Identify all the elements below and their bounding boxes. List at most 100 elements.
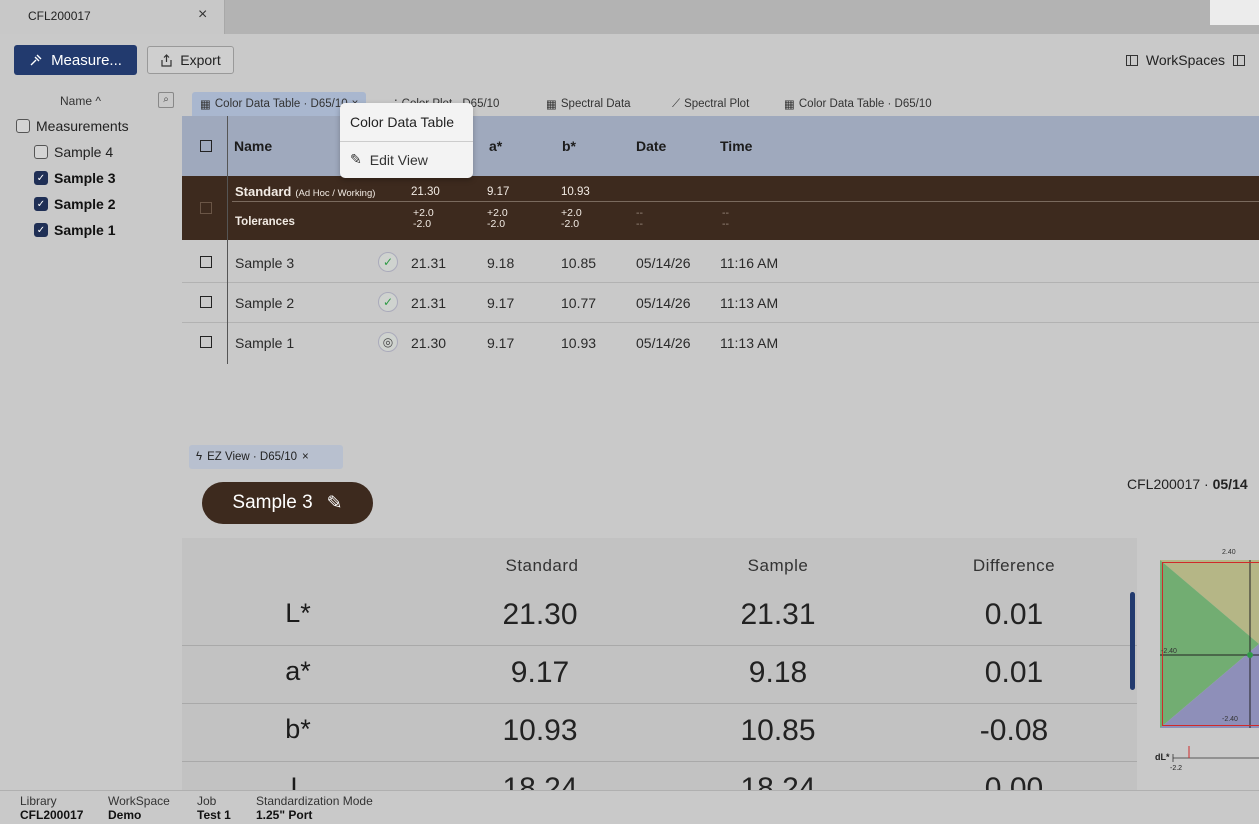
row-date: 05/14/26 xyxy=(636,295,691,311)
tab-label: Color Data Table · D65/10 xyxy=(214,98,348,110)
close-icon[interactable]: × xyxy=(302,451,309,463)
checkbox-checked[interactable]: ✓ xyxy=(34,171,48,185)
tab-label: EZ View · D65/10 xyxy=(207,451,298,463)
ez-difference-value: -0.08 xyxy=(979,714,1049,747)
table-icon: ▦ xyxy=(546,99,557,111)
export-icon xyxy=(161,53,172,67)
context-menu-title: Color Data Table xyxy=(350,114,455,130)
ez-row: L* 21.30 21.31 0.01 xyxy=(182,588,1137,646)
dl-label: dL* xyxy=(1155,752,1170,762)
ez-standard-value: 9.17 xyxy=(510,656,570,689)
sort-by-name-header[interactable]: Name ^ xyxy=(60,94,101,108)
edit-view-label: Edit View xyxy=(369,151,428,168)
window-corner xyxy=(1210,0,1259,25)
row-L: 21.31 xyxy=(411,295,447,311)
workspaces-toggle[interactable]: WorkSpaces xyxy=(1125,52,1245,68)
ez-row: a* 9.17 9.18 0.01 xyxy=(182,646,1137,704)
document-tab[interactable]: CFL200017 × xyxy=(0,0,225,34)
context-menu: Color Data Table ✎ Edit View xyxy=(340,103,473,178)
tree-item-label: Sample 3 xyxy=(54,170,116,186)
sample-name: Sample 3 xyxy=(232,492,313,513)
ez-standard-value: 21.30 xyxy=(502,598,578,631)
column-header-time[interactable]: Time xyxy=(720,138,752,154)
tree-item-sample-4[interactable]: Sample 4 xyxy=(34,144,113,160)
export-button[interactable]: Export xyxy=(147,46,234,74)
row-date: 05/14/26 xyxy=(636,255,691,271)
edit-view-menu-item[interactable]: ✎ Edit View xyxy=(350,151,428,168)
tab-spectral-data[interactable]: ▦ Spectral Data xyxy=(538,92,639,116)
line-chart-icon: ⟋ xyxy=(672,97,681,110)
tree-item-sample-3[interactable]: ✓ Sample 3 xyxy=(34,170,115,186)
ez-row-label: L xyxy=(290,772,306,790)
close-icon[interactable]: × xyxy=(198,6,207,24)
export-label: Export xyxy=(180,52,221,68)
standard-row[interactable]: Standard (Ad Hoc / Working) 21.30 9.17 10… xyxy=(182,176,1259,240)
dl-axis xyxy=(1172,746,1259,762)
tree-item-measurements[interactable]: Measurements xyxy=(16,118,129,134)
tree-item-label: Measurements xyxy=(36,118,129,134)
tab-label: Spectral Data xyxy=(560,98,631,110)
pass-check-icon: ✓ xyxy=(378,292,398,312)
checkbox[interactable] xyxy=(200,202,212,214)
row-b: 10.85 xyxy=(561,255,597,271)
tab-label: Spectral Plot xyxy=(684,98,750,110)
scrollbar-thumb[interactable] xyxy=(1130,592,1135,690)
checkbox-checked[interactable]: ✓ xyxy=(34,197,48,211)
tab-color-data-table-2[interactable]: ▦ Color Data Table · D65/10 xyxy=(776,92,940,116)
status-workspace[interactable]: WorkSpace Demo xyxy=(108,794,170,822)
checkbox[interactable] xyxy=(34,145,48,159)
tree-item-sample-2[interactable]: ✓ Sample 2 xyxy=(34,196,115,212)
status-library[interactable]: Library CFL200017 xyxy=(20,794,83,822)
row-b: 10.77 xyxy=(561,295,597,311)
checkbox[interactable] xyxy=(16,119,30,133)
dl-min-label: -2.2 xyxy=(1170,765,1183,772)
table-row[interactable]: Sample 3 ✓ 21.31 9.18 10.85 05/14/26 11:… xyxy=(182,243,1259,283)
tolerances-label: Tolerances xyxy=(235,216,295,228)
column-header-date[interactable]: Date xyxy=(636,138,666,154)
table-icon: ▦ xyxy=(200,99,211,111)
sample-name-pill[interactable]: Sample 3 ✎ xyxy=(202,482,373,524)
row-L: 21.30 xyxy=(411,335,447,351)
checkbox[interactable] xyxy=(200,296,212,308)
tab-spectral-plot[interactable]: ⟋ Spectral Plot xyxy=(664,92,757,116)
measure-label: Measure... xyxy=(51,51,122,69)
panel-right-icon[interactable] xyxy=(1233,54,1245,66)
plot-bottom-label: -2.40 xyxy=(1222,716,1238,723)
column-header-a[interactable]: a* xyxy=(489,138,502,154)
column-header-b[interactable]: b* xyxy=(562,138,576,154)
column-header-standard: Standard xyxy=(505,556,579,575)
divider xyxy=(232,201,1259,202)
probe-icon xyxy=(30,54,42,66)
row-name: Sample 1 xyxy=(235,335,295,351)
status-standardization-mode[interactable]: Standardization Mode 1.25" Port xyxy=(256,794,373,822)
ez-sample-value: 10.85 xyxy=(740,714,816,747)
status-job[interactable]: Job Test 1 xyxy=(197,794,231,822)
standard-name: Standard (Ad Hoc / Working) xyxy=(235,184,376,199)
column-divider xyxy=(227,116,228,364)
standard-a: 9.17 xyxy=(487,186,510,198)
search-icon[interactable]: ⌕ xyxy=(158,92,174,108)
row-time: 11:13 AM xyxy=(720,335,779,351)
table-row[interactable]: Sample 2 ✓ 21.31 9.17 10.77 05/14/26 11:… xyxy=(182,283,1259,323)
tab-ez-view[interactable]: ϟ EZ View · D65/10 × xyxy=(189,445,343,469)
ez-difference-value: 0.01 xyxy=(984,598,1044,631)
tolerance-date: -- -- xyxy=(636,207,643,230)
row-name: Sample 2 xyxy=(235,295,295,311)
measure-button[interactable]: Measure... xyxy=(14,45,137,75)
checkbox-checked[interactable]: ✓ xyxy=(34,223,48,237)
target-icon: ◎ xyxy=(378,332,398,352)
ez-row: L 18.24 18.24 0.00 xyxy=(182,762,1137,790)
checkbox[interactable] xyxy=(200,256,212,268)
tolerance-b: +2.0 -2.0 xyxy=(561,207,582,230)
status-bar: Library CFL200017 WorkSpace Demo Job Test 1… xyxy=(0,790,1259,824)
pencil-icon[interactable]: ✎ xyxy=(327,492,343,515)
select-all-checkbox[interactable] xyxy=(200,140,212,152)
tree-item-label: Sample 1 xyxy=(54,222,116,238)
checkbox[interactable] xyxy=(200,336,212,348)
tree-item-sample-1[interactable]: ✓ Sample 1 xyxy=(34,222,115,238)
ez-view-grid: Standard Sample Difference L* 21.30 21.3… xyxy=(182,538,1137,790)
column-header-sample: Sample xyxy=(747,556,809,575)
table-row[interactable]: Sample 1 ◎ 21.30 9.17 10.93 05/14/26 11:… xyxy=(182,323,1259,363)
column-header-name[interactable]: Name xyxy=(234,138,272,154)
row-a: 9.18 xyxy=(487,255,515,271)
